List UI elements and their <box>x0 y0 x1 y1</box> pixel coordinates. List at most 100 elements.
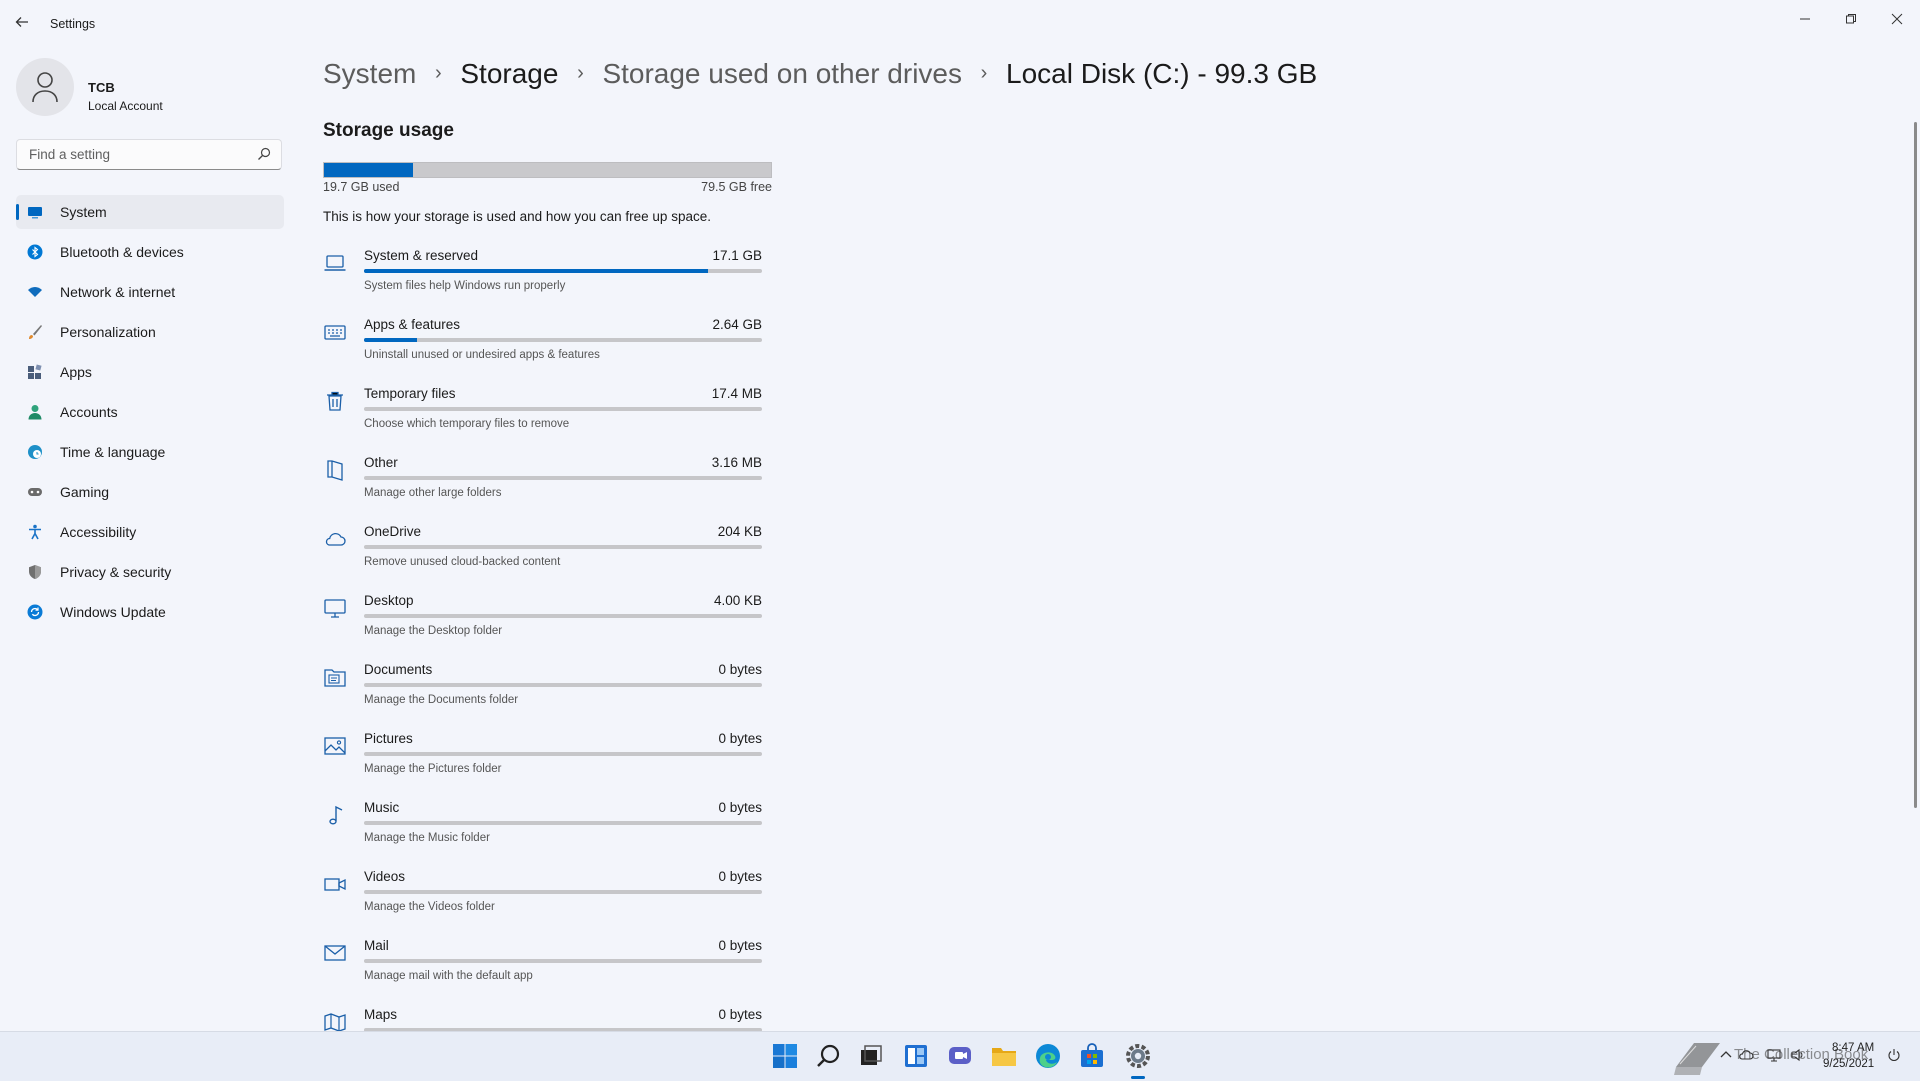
sidebar-item-accessibility[interactable]: Accessibility <box>16 515 284 549</box>
app-title: Settings <box>50 17 96 31</box>
documents-folder-icon <box>324 669 346 687</box>
power-icon[interactable] <box>1886 1047 1902 1063</box>
category-subtitle: Manage the Desktop folder <box>364 625 503 637</box>
sidebar-item-network-internet[interactable]: Network & internet <box>16 275 284 309</box>
breadcrumb: System › Storage › Storage used on other dri… <box>323 58 1317 90</box>
scrollbar[interactable] <box>1914 122 1917 808</box>
category-usage-bar <box>364 338 762 342</box>
sidebar-item-bluetooth-devices[interactable]: Bluetooth & devices <box>16 235 284 269</box>
search-icon[interactable] <box>815 1042 843 1070</box>
sidebar-item-privacy-security[interactable]: Privacy & security <box>16 555 284 589</box>
storage-usage-bar <box>323 162 772 178</box>
sidebar-item-label: Windows Update <box>60 604 166 620</box>
book-watermark-icon <box>1674 1043 1720 1075</box>
storage-category-temporary-files[interactable]: Temporary files 17.4 MB Choose which tempo… <box>323 382 763 451</box>
file-explorer-icon[interactable] <box>990 1042 1018 1070</box>
wifi-icon <box>28 287 42 297</box>
category-size: 17.1 GB <box>712 248 762 263</box>
picture-icon <box>324 737 346 755</box>
category-usage-bar <box>364 545 762 549</box>
breadcrumb-storage[interactable]: Storage <box>460 58 558 89</box>
category-size: 2.64 GB <box>712 317 762 332</box>
category-usage-bar <box>364 959 762 963</box>
active-app-indicator <box>1131 1076 1145 1079</box>
network-icon[interactable] <box>1766 1047 1782 1063</box>
volume-icon[interactable] <box>1790 1047 1806 1063</box>
restore-icon[interactable] <box>1828 6 1874 36</box>
storage-category-desktop[interactable]: Desktop 4.00 KB Manage the Desktop folder <box>323 589 763 658</box>
storage-category-maps[interactable]: Maps 0 bytes <box>323 1003 763 1031</box>
main-content: System › Storage › Storage used on other dri… <box>323 48 1903 1031</box>
sidebar-item-time-language[interactable]: Time & language <box>16 435 284 469</box>
avatar[interactable] <box>16 58 74 116</box>
trash-icon <box>327 391 343 411</box>
chat-icon[interactable] <box>946 1042 974 1070</box>
globe-clock-icon <box>28 445 42 459</box>
storage-category-pictures[interactable]: Pictures 0 bytes Manage the Pictures folde… <box>323 727 763 796</box>
category-subtitle: Manage the Pictures folder <box>364 763 502 775</box>
sidebar-item-gaming[interactable]: Gaming <box>16 475 284 509</box>
shield-icon <box>29 565 41 579</box>
category-subtitle: Manage the Videos folder <box>364 901 495 913</box>
minimize-icon[interactable] <box>1782 6 1828 36</box>
sidebar-item-personalization[interactable]: Personalization <box>16 315 284 349</box>
edge-icon[interactable] <box>1034 1042 1062 1070</box>
category-size: 4.00 KB <box>713 593 762 608</box>
sidebar-item-system[interactable]: System <box>16 195 284 229</box>
category-usage-bar <box>364 890 762 894</box>
category-usage-bar <box>364 821 762 825</box>
clock-time[interactable]: 8:47 AM <box>1832 1042 1874 1054</box>
search-box[interactable] <box>16 139 282 170</box>
music-note-icon <box>329 805 343 825</box>
sidebar: TCB Local Account System Bluetooth & dev… <box>0 48 300 1028</box>
category-usage-bar <box>364 407 762 411</box>
clock-date[interactable]: 9/25/2021 <box>1823 1058 1874 1070</box>
video-camera-icon <box>324 878 346 891</box>
category-subtitle: Uninstall unused or undesired apps & fea… <box>364 349 600 361</box>
category-size: 0 bytes <box>718 800 762 815</box>
widgets-icon[interactable] <box>902 1042 930 1070</box>
search-input[interactable] <box>27 146 251 163</box>
category-size: 204 KB <box>717 524 762 539</box>
sidebar-item-label: Gaming <box>60 484 110 500</box>
category-usage-bar <box>364 269 762 273</box>
store-icon[interactable] <box>1078 1042 1106 1070</box>
storage-category-other[interactable]: Other 3.16 MB Manage other large folders <box>323 451 763 520</box>
sidebar-item-label: Network & internet <box>60 284 176 300</box>
settings-icon[interactable] <box>1124 1042 1152 1070</box>
title-bar: Settings <box>0 0 1920 48</box>
breadcrumb-other-drives[interactable]: Storage used on other drives <box>602 58 962 89</box>
gamepad-icon <box>28 488 42 496</box>
storage-category-videos[interactable]: Videos 0 bytes Manage the Videos folder <box>323 865 763 934</box>
person-icon <box>28 405 42 420</box>
account-type: Local Account <box>88 99 163 113</box>
sidebar-item-apps[interactable]: Apps <box>16 355 284 389</box>
storage-category-onedrive[interactable]: OneDrive 204 KB Remove unused cloud-backed… <box>323 520 763 589</box>
sidebar-item-windows-update[interactable]: Windows Update <box>16 595 284 629</box>
monitor-icon <box>324 599 346 618</box>
section-title: Storage usage <box>323 120 454 141</box>
storage-category-documents[interactable]: Documents 0 bytes Manage the Documents fol… <box>323 658 763 727</box>
category-subtitle: Manage mail with the default app <box>364 970 533 982</box>
category-usage-fill <box>364 338 418 342</box>
task-view-icon[interactable] <box>857 1042 885 1070</box>
cloud-icon[interactable] <box>1738 1047 1754 1063</box>
breadcrumb-system[interactable]: System <box>323 58 416 89</box>
close-icon[interactable] <box>1874 6 1920 36</box>
category-subtitle: Manage the Documents folder <box>364 694 519 706</box>
sidebar-item-label: Personalization <box>60 324 156 340</box>
category-size: 0 bytes <box>718 1007 762 1022</box>
chevron-up-icon[interactable] <box>1718 1047 1734 1063</box>
storage-category-music[interactable]: Music 0 bytes Manage the Music folder <box>323 796 763 865</box>
breadcrumb-current-drive: Local Disk (C:) - 99.3 GB <box>1006 58 1318 89</box>
windows-start-icon[interactable] <box>771 1042 799 1070</box>
storage-category-system-reserved[interactable]: System & reserved 17.1 GB System files hel… <box>323 244 763 313</box>
update-icon <box>27 604 43 620</box>
storage-category-mail[interactable]: Mail 0 bytes Manage mail with the default … <box>323 934 763 1003</box>
back-arrow-icon[interactable] <box>14 12 34 36</box>
search-icon[interactable] <box>257 147 271 161</box>
sidebar-item-label: Bluetooth & devices <box>60 244 184 260</box>
sidebar-item-accounts[interactable]: Accounts <box>16 395 284 429</box>
category-size: 0 bytes <box>718 662 762 677</box>
storage-category-apps-features[interactable]: Apps & features 2.64 GB Uninstall unused o… <box>323 313 763 382</box>
